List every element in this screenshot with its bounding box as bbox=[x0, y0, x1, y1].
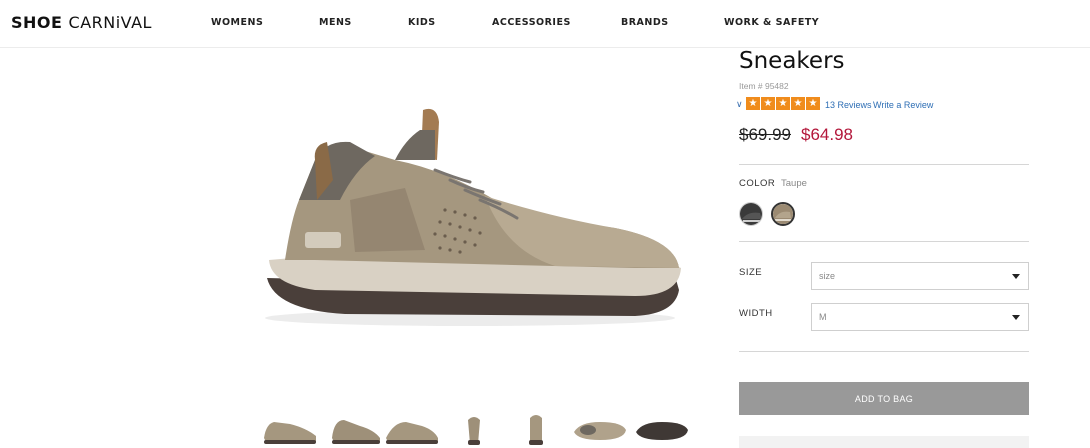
original-price: $69.99 bbox=[739, 125, 791, 144]
swatch-charcoal-image bbox=[740, 203, 762, 225]
site-header: SHOE CARNiVAL WOMENS MENS KIDS ACCESSORI… bbox=[0, 0, 1090, 48]
nav-brands[interactable]: BRANDS bbox=[621, 17, 669, 28]
caret-down-icon bbox=[1012, 315, 1020, 320]
product-title: Sneakers bbox=[739, 48, 845, 74]
thumbnail-1[interactable] bbox=[260, 410, 320, 446]
star-rating: ★ ★ ★ ★ ★ bbox=[746, 97, 820, 110]
thumbnail-strip bbox=[248, 404, 698, 448]
caret-down-icon bbox=[1012, 274, 1020, 279]
thumbnail-7[interactable] bbox=[632, 410, 692, 446]
size-select[interactable]: size bbox=[811, 262, 1029, 290]
product-main-image[interactable] bbox=[255, 100, 695, 350]
logo-bold-text: SHOE bbox=[11, 13, 69, 32]
nav-accessories[interactable]: ACCESSORIES bbox=[492, 17, 571, 28]
info-panel bbox=[739, 436, 1029, 448]
swatch-taupe-image bbox=[773, 204, 793, 224]
thumbnail-3[interactable] bbox=[382, 410, 442, 446]
color-swatch-charcoal[interactable] bbox=[739, 202, 763, 226]
logo-rest-text: CARNiVAL bbox=[68, 13, 152, 32]
add-to-bag-button[interactable]: ADD TO BAG bbox=[739, 382, 1029, 415]
star-icon: ★ bbox=[761, 97, 775, 110]
star-icon: ★ bbox=[746, 97, 760, 110]
size-select-value: size bbox=[819, 271, 836, 281]
star-icon: ★ bbox=[791, 97, 805, 110]
write-review-link[interactable]: Write a Review bbox=[873, 100, 933, 110]
nav-mens[interactable]: MENS bbox=[319, 17, 352, 28]
sale-price: $64.98 bbox=[801, 125, 853, 144]
nav-kids[interactable]: KIDS bbox=[408, 17, 436, 28]
chevron-down-icon[interactable]: ∨ bbox=[736, 99, 743, 110]
nav-work-safety[interactable]: WORK & SAFETY bbox=[724, 17, 819, 28]
nav-womens[interactable]: WOMENS bbox=[211, 17, 263, 28]
divider bbox=[739, 164, 1029, 165]
width-select[interactable]: M bbox=[811, 303, 1029, 331]
thumbnail-4[interactable] bbox=[444, 410, 504, 446]
divider bbox=[739, 351, 1029, 352]
thumbnail-5[interactable] bbox=[506, 410, 566, 446]
item-number: Item # 95482 bbox=[739, 81, 789, 91]
thumbnail-6[interactable] bbox=[570, 410, 630, 446]
color-label: COLOR bbox=[739, 178, 776, 189]
star-icon: ★ bbox=[776, 97, 790, 110]
reviews-link[interactable]: 13 Reviews bbox=[825, 100, 872, 110]
star-icon: ★ bbox=[806, 97, 820, 110]
color-value: Taupe bbox=[781, 178, 807, 189]
width-label: WIDTH bbox=[739, 308, 773, 319]
size-label: SIZE bbox=[739, 267, 763, 278]
color-swatch-taupe[interactable] bbox=[771, 202, 795, 226]
shoe-carnival-logo[interactable]: SHOE CARNiVAL bbox=[11, 13, 152, 32]
thumbnail-2[interactable] bbox=[326, 410, 386, 446]
width-select-value: M bbox=[819, 312, 827, 322]
divider bbox=[739, 241, 1029, 242]
